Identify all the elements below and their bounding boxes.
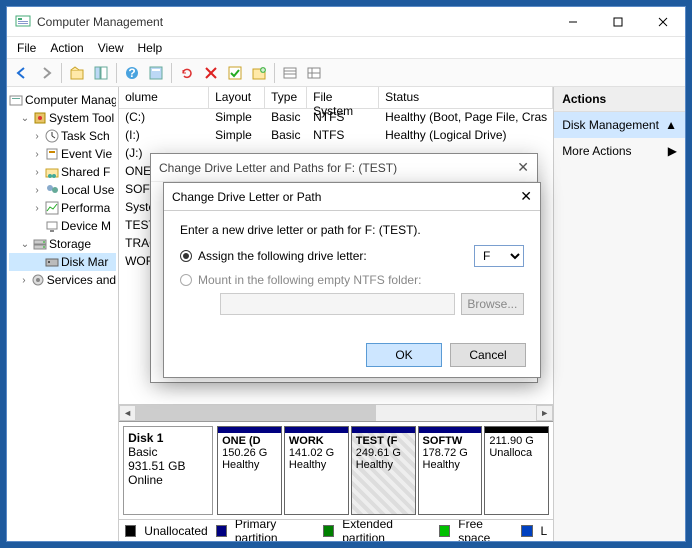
grid-header: olume Layout Type File System Status [119,87,553,109]
tree-local-users[interactable]: ›Local Use [9,181,116,199]
tree-performance[interactable]: ›Performa [9,199,116,217]
radio-mount-label: Mount in the following empty NTFS folder… [198,273,421,287]
dialog2-body: Enter a new drive letter or path for F: … [164,211,540,333]
drive-letter-select[interactable]: F [474,245,524,267]
radio-assign-letter[interactable] [180,250,192,262]
menu-action[interactable]: Action [50,41,83,55]
close-button[interactable] [640,7,685,37]
table-row[interactable]: (C:)SimpleBasicNTFSHealthy (Boot, Page F… [119,109,553,127]
partition[interactable]: SOFTW178.72 GHealthy [418,426,483,515]
menubar: File Action View Help [7,37,685,59]
maximize-button[interactable] [595,7,640,37]
menu-view[interactable]: View [98,41,124,55]
radio-assign-label: Assign the following drive letter: [198,249,468,263]
dialog2-titlebar[interactable]: Change Drive Letter or Path ✕ [164,183,540,211]
delete-button[interactable] [200,62,222,84]
collapse-icon: ▲ [665,118,677,132]
menu-file[interactable]: File [17,41,36,55]
tree-shared-folders[interactable]: ›Shared F [9,163,116,181]
properties-button[interactable] [145,62,167,84]
swatch-unallocated [125,525,136,537]
list-view-button[interactable] [279,62,301,84]
dialog2-cancel-button[interactable]: Cancel [450,343,526,367]
partition[interactable]: WORK141.02 GHealthy [284,426,349,515]
swatch-logical [521,525,532,537]
col-status[interactable]: Status [379,87,553,108]
dialog2-close-button[interactable]: ✕ [520,188,532,205]
partition[interactable]: TEST (F249.61 GHealthy [351,426,416,515]
menu-help[interactable]: Help [138,41,163,55]
add-button[interactable] [248,62,270,84]
tree-root[interactable]: Computer Manag [9,91,116,109]
forward-button[interactable] [35,62,57,84]
actions-title: Actions [554,87,685,112]
scroll-left-button[interactable]: ◄ [119,405,136,421]
col-filesystem[interactable]: File System [307,87,379,108]
disk-info[interactable]: Disk 1 Basic 931.51 GB Online [123,426,213,515]
action-disk-management[interactable]: Disk Management▲ [554,112,685,138]
nav-tree[interactable]: Computer Manag ⌄System Tool ›Task Sch ›E… [7,87,119,541]
col-type[interactable]: Type [265,87,307,108]
partition-map: ONE (D150.26 GHealthyWORK141.02 GHealthy… [217,422,553,519]
tree-device-manager[interactable]: Device M [9,217,116,235]
horizontal-scrollbar[interactable]: ◄ ► [119,404,553,421]
titlebar: Computer Management [7,7,685,37]
dialog2-prompt: Enter a new drive letter or path for F: … [180,223,524,237]
tree-task-scheduler[interactable]: ›Task Sch [9,127,116,145]
tree-system-tools[interactable]: ⌄System Tool [9,109,116,127]
folder-path-input [220,293,455,315]
browse-button: Browse... [461,293,524,315]
action-more-actions[interactable]: More Actions▶ [554,138,685,164]
up-button[interactable] [66,62,88,84]
window-title: Computer Management [37,15,550,29]
dialog1-close-button[interactable]: ✕ [517,159,529,176]
dialog2-ok-button[interactable]: OK [366,343,442,367]
dialog1-titlebar[interactable]: Change Drive Letter and Paths for F: (TE… [151,154,537,182]
tree-disk-management[interactable]: Disk Mar [9,253,116,271]
check-button[interactable] [224,62,246,84]
swatch-extended [323,525,334,537]
table-row[interactable]: (I:)SimpleBasicNTFSHealthy (Logical Driv… [119,127,553,145]
dialog1-title: Change Drive Letter and Paths for F: (TE… [159,161,397,175]
help-button[interactable]: ? [121,62,143,84]
disk-graphic-panel: Disk 1 Basic 931.51 GB Online ONE (D150.… [119,421,553,519]
tree-storage[interactable]: ⌄Storage [9,235,116,253]
minimize-button[interactable] [550,7,595,37]
swatch-freespace [439,525,450,537]
legend: Unallocated Primary partition Extended p… [119,519,553,541]
detail-view-button[interactable] [303,62,325,84]
back-button[interactable] [11,62,33,84]
actions-pane: Actions Disk Management▲ More Actions▶ [554,87,685,541]
scroll-thumb[interactable] [136,405,376,421]
refresh-button[interactable] [176,62,198,84]
tree-services[interactable]: ›Services and [9,271,116,289]
col-layout[interactable]: Layout [209,87,265,108]
disk-label: Disk 1 [128,431,208,445]
show-hide-tree-button[interactable] [90,62,112,84]
partition[interactable]: ONE (D150.26 GHealthy [217,426,282,515]
swatch-primary [216,525,227,537]
toolbar: ? [7,59,685,87]
col-volume[interactable]: olume [119,87,209,108]
scroll-right-button[interactable]: ► [536,405,553,421]
disk-type: Basic [128,445,208,459]
radio-mount-folder[interactable] [180,274,192,286]
partition[interactable]: 211.90 GUnalloca [484,426,549,515]
arrow-right-icon: ▶ [668,144,677,158]
app-icon [15,14,31,30]
svg-text:?: ? [128,66,135,80]
change-letter-dialog: Change Drive Letter or Path ✕ Enter a ne… [163,182,541,378]
tree-event-viewer[interactable]: ›Event Vie [9,145,116,163]
dialog2-title: Change Drive Letter or Path [172,190,321,204]
disk-size: 931.51 GB [128,459,208,473]
disk-state: Online [128,473,208,487]
